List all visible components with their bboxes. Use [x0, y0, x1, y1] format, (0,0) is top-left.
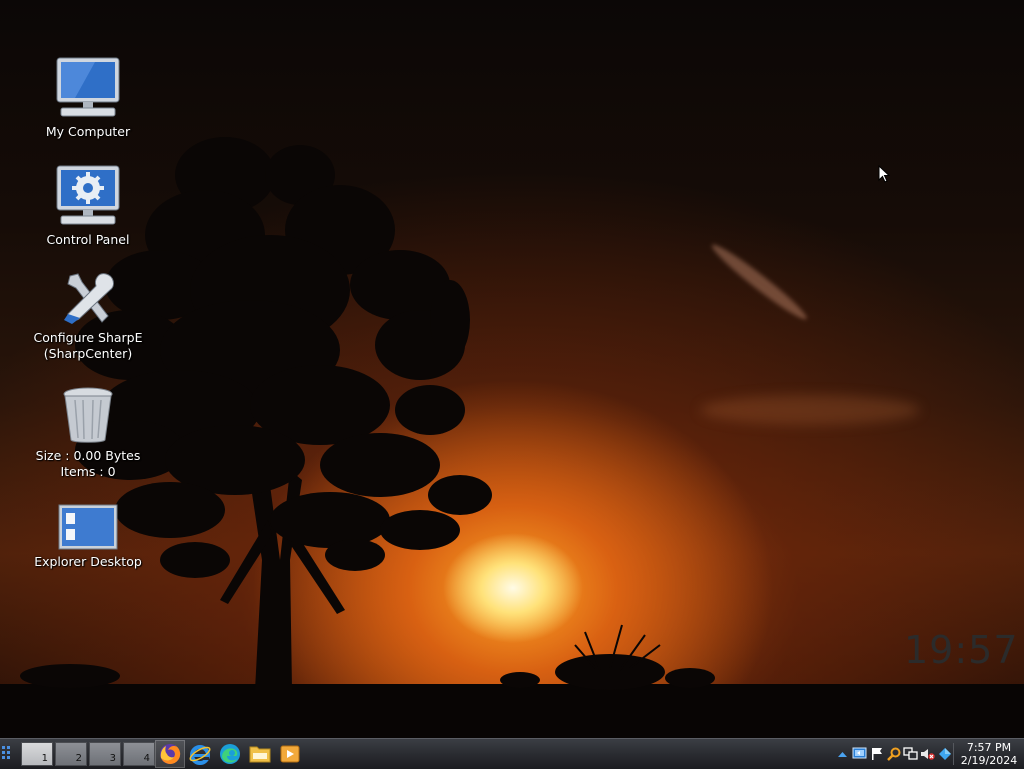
clock-date: 2/19/2024	[960, 754, 1018, 767]
desktop-icon-control-panel[interactable]: Control Panel	[26, 164, 150, 248]
recycle-bin-icon	[63, 387, 113, 443]
desktop-clock-widget: 19:57	[904, 628, 1019, 672]
quick-launch	[155, 740, 305, 768]
explorer-desktop-label: Explorer Desktop	[34, 554, 142, 569]
workspace-switcher: 1 2 3 4	[21, 742, 157, 766]
media-player-button[interactable]	[275, 740, 305, 768]
start-menu-button[interactable]	[2, 746, 16, 762]
system-tray	[834, 745, 953, 763]
desktop-icon-recycle-bin[interactable]: Size : 0.00 Bytes Items : 0	[26, 386, 150, 480]
taskbar: 1 2 3 4 7:57 PM 2/19/2024	[0, 738, 1024, 769]
windows-icon	[938, 748, 951, 760]
file-explorer-button[interactable]	[245, 740, 275, 768]
control-panel-icon	[56, 165, 120, 225]
sharpcenter-label: (SharpCenter)	[43, 346, 133, 361]
desktop-icon-my-computer[interactable]: My Computer	[26, 56, 150, 140]
monitor-icon	[903, 747, 918, 760]
tray-separator	[953, 743, 954, 765]
tree-silhouette	[20, 137, 715, 690]
volume-tray-button[interactable]	[919, 746, 936, 763]
action-center-button[interactable]	[868, 746, 885, 763]
workspace-2[interactable]: 2	[55, 742, 87, 766]
edge-icon	[220, 744, 240, 764]
volume-muted-icon	[921, 749, 935, 760]
workspace-1[interactable]: 1	[21, 742, 53, 766]
explorer-desktop-icon	[58, 504, 118, 550]
windows-tray-button[interactable]	[936, 746, 953, 763]
media-player-icon	[280, 745, 300, 763]
mouse-cursor-icon	[878, 165, 890, 183]
edge-button[interactable]	[215, 740, 245, 768]
network-icon	[852, 747, 867, 759]
chevron-up-icon	[838, 751, 847, 757]
my-computer-label: My Computer	[45, 124, 131, 139]
taskbar-clock[interactable]: 7:57 PM 2/19/2024	[958, 741, 1020, 767]
workspace-3[interactable]: 3	[89, 742, 121, 766]
search-tray-button[interactable]	[885, 746, 902, 763]
desktop-wallpaper	[0, 0, 1024, 738]
show-hidden-icons-button[interactable]	[834, 746, 851, 763]
flag-icon	[871, 748, 882, 760]
file-explorer-icon	[249, 746, 271, 763]
internet-explorer-icon	[189, 745, 211, 765]
firefox-icon	[160, 743, 181, 764]
internet-explorer-button[interactable]	[185, 740, 215, 768]
tools-icon	[64, 273, 114, 324]
firefox-button[interactable]	[155, 740, 185, 768]
desktop-icon-explorer-desktop[interactable]: Explorer Desktop	[26, 504, 150, 570]
recycle-bin-items-label: Items : 0	[60, 464, 116, 479]
workspace-4[interactable]: 4	[123, 742, 155, 766]
search-icon	[886, 747, 900, 761]
network-tray-button[interactable]	[851, 746, 868, 763]
desktop-icon-configure-sharpe[interactable]: Configure SharpE (SharpCenter)	[26, 268, 150, 362]
display-tray-button[interactable]	[902, 746, 919, 763]
control-panel-label: Control Panel	[46, 232, 130, 247]
recycle-bin-size-label: Size : 0.00 Bytes	[35, 448, 141, 463]
computer-icon	[56, 57, 120, 117]
clock-time: 7:57 PM	[966, 741, 1012, 754]
configure-sharpe-label: Configure SharpE	[33, 330, 143, 345]
